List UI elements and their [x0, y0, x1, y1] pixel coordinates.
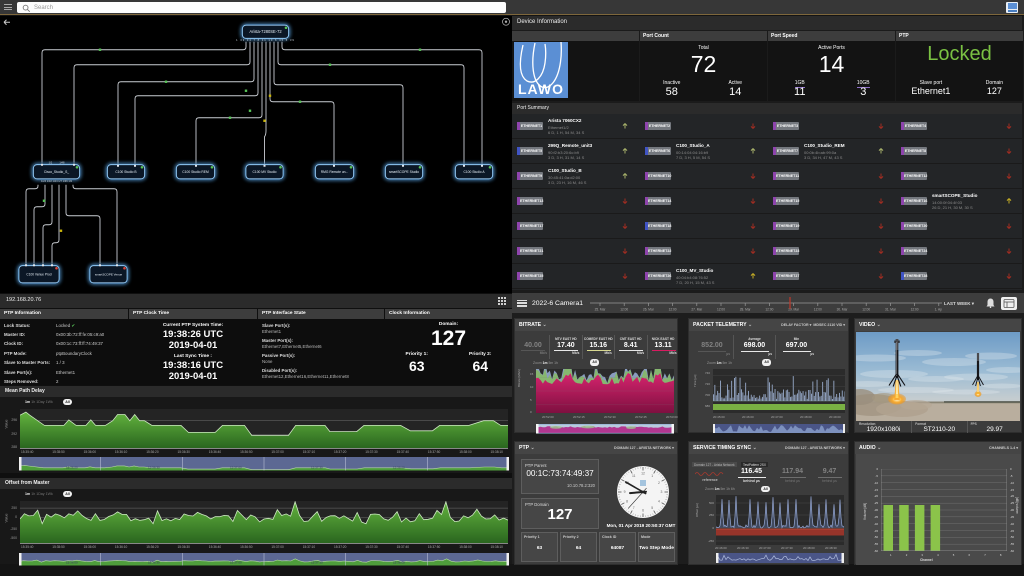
svg-text:15:36:00: 15:36:00 — [66, 466, 78, 470]
svg-text:3: 3 — [661, 490, 663, 494]
svg-text:30. Mar: 30. Mar — [837, 308, 849, 312]
svg-text:15:37:00: 15:37:00 — [230, 466, 242, 470]
svg-text:1/24 1/32 1/24 1/7 1/36 1/3: 1/24 1/32 1/24 1/7 1/36 1/3 — [41, 179, 73, 183]
svg-text:12:00: 12:00 — [669, 308, 677, 312]
svg-text:12:00: 12:00 — [814, 308, 822, 312]
svg-text:15:38:00: 15:38:00 — [393, 561, 405, 565]
svg-text:C100 Studio REM: C100 Studio REM — [182, 170, 209, 174]
svg-text:Arista-7280SE-72: Arista-7280SE-72 — [249, 29, 282, 34]
svg-text:C100 Venue Prod: C100 Venue Prod — [26, 272, 51, 276]
svg-text:15:37:30: 15:37:30 — [311, 466, 323, 470]
svg-text:LAWO: LAWO — [518, 81, 564, 97]
svg-text:7: 7 — [633, 506, 635, 510]
svg-text:C100 MV Studio: C100 MV Studio — [252, 170, 276, 174]
svg-text:smartSCOPE Studio: smartSCOPE Studio — [389, 170, 419, 174]
svg-text:C100 Studio A: C100 Studio A — [463, 170, 485, 174]
svg-text:12:00: 12:00 — [620, 308, 628, 312]
svg-text:4: 4 — [658, 499, 660, 503]
svg-text:31. Mar: 31. Mar — [885, 308, 897, 312]
svg-text:15:36:30: 15:36:30 — [148, 466, 160, 470]
svg-text:26. Mar: 26. Mar — [643, 308, 655, 312]
svg-text:28. Mar: 28. Mar — [740, 308, 752, 312]
svg-text:1 33 34 7 8 41 10 6 35 5 39: 1 33 34 7 8 41 10 6 35 5 39 — [236, 37, 295, 41]
svg-text:2: 2 — [658, 481, 660, 485]
svg-text:1: 1 — [651, 474, 653, 478]
svg-text:15:38:00: 15:38:00 — [393, 466, 405, 470]
svg-text:1/2 1/48: 1/2 1/48 — [49, 160, 65, 164]
svg-text:9: 9 — [624, 490, 626, 494]
svg-text:8: 8 — [626, 500, 628, 504]
svg-text:11: 11 — [632, 474, 636, 478]
svg-text:Cisco_Studio_S_: Cisco_Studio_S_ — [44, 170, 69, 174]
svg-text:C100 Studio B: C100 Studio B — [115, 170, 137, 174]
svg-text:15:36:00: 15:36:00 — [66, 561, 78, 565]
svg-text:27. Mar: 27. Mar — [691, 308, 703, 312]
svg-text:12:00: 12:00 — [911, 308, 919, 312]
svg-text:12:00: 12:00 — [862, 308, 870, 312]
svg-text:RMG Remote un...: RMG Remote un... — [321, 170, 349, 174]
svg-text:12: 12 — [641, 472, 645, 476]
svg-text:1. Apr: 1. Apr — [935, 308, 942, 312]
svg-text:15:37:00: 15:37:00 — [230, 561, 242, 565]
svg-text:15:36:30: 15:36:30 — [148, 561, 160, 565]
svg-text:12:00: 12:00 — [765, 308, 773, 312]
svg-text:15:37:30: 15:37:30 — [311, 561, 323, 565]
svg-text:6: 6 — [642, 509, 644, 513]
svg-text:25. Mar: 25. Mar — [595, 308, 607, 312]
svg-text:smartSCOPE Venue: smartSCOPE Venue — [95, 272, 123, 276]
svg-text:12:00: 12:00 — [717, 308, 725, 312]
svg-text:5: 5 — [651, 506, 653, 510]
